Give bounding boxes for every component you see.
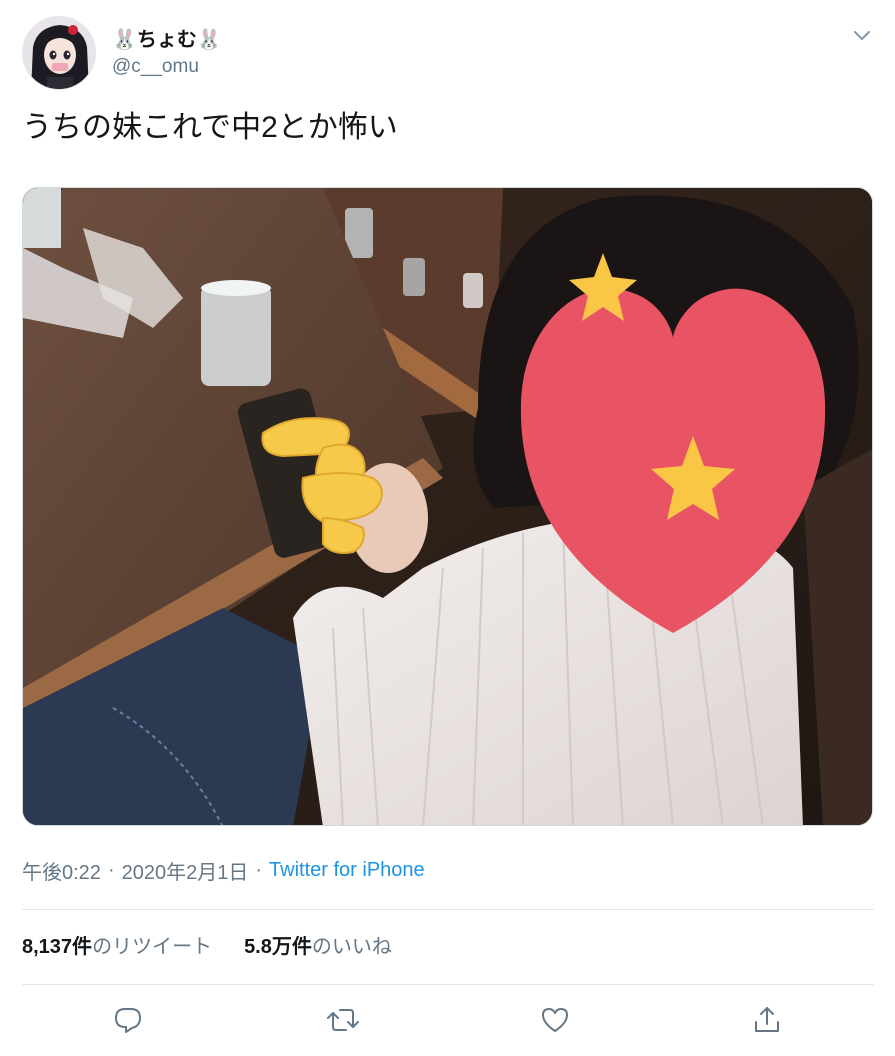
meta-separator: · — [255, 859, 263, 881]
avatar-image — [23, 17, 95, 89]
retweet-button[interactable] — [325, 1002, 361, 1038]
reply-button[interactable] — [110, 1002, 146, 1038]
tweet-time[interactable]: 午後0:22 — [22, 856, 101, 885]
divider — [22, 984, 874, 985]
tweet-menu-button[interactable] — [848, 22, 876, 50]
tweet-text: うちの妹これで中2とか怖い — [22, 111, 398, 144]
likes-stat[interactable]: 5.8万件のいいね — [244, 930, 392, 959]
like-button[interactable] — [537, 1002, 573, 1038]
retweet-icon — [327, 1009, 359, 1031]
retweets-stat[interactable]: 8,137件のリツイート — [22, 930, 212, 959]
retweets-label: のリツイート — [92, 936, 213, 958]
photo-image — [23, 188, 872, 825]
likes-label: のいいね — [311, 936, 392, 958]
meta-separator: · — [107, 859, 115, 881]
retweets-count: 8,137件 — [22, 936, 93, 958]
share-icon — [755, 1007, 779, 1032]
tweet-actions — [0, 1002, 895, 1042]
tweet-photo[interactable] — [22, 187, 873, 826]
tweet-meta: 午後0:22 · 2020年2月1日 · Twitter for iPhone — [22, 856, 425, 885]
tweet-date[interactable]: 2020年2月1日 — [122, 856, 249, 885]
chevron-down-icon — [854, 31, 870, 40]
heart-icon — [542, 1008, 568, 1032]
tweet-source-link[interactable]: Twitter for iPhone — [269, 859, 425, 882]
avatar[interactable] — [22, 16, 96, 90]
display-name[interactable]: 🐰ちょむ🐰 — [112, 22, 222, 52]
user-handle[interactable]: @c__omu — [112, 56, 199, 78]
divider — [22, 909, 874, 910]
share-button[interactable] — [749, 1002, 785, 1038]
tweet-stats: 8,137件のリツイート 5.8万件のいいね — [22, 930, 392, 959]
likes-count: 5.8万件 — [244, 936, 312, 958]
reply-icon — [115, 1008, 141, 1033]
